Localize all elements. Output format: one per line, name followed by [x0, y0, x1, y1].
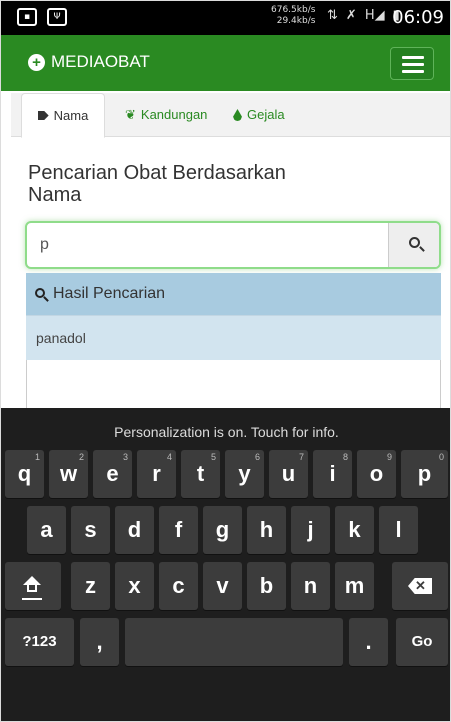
network-speed: 676.5kb/s 29.4kb/s	[271, 5, 315, 27]
key-p-label: p	[417, 461, 432, 486]
brand-link[interactable]: + MEDIAOBAT	[28, 52, 150, 72]
key-o-label: o	[369, 461, 384, 486]
tab-kandungan[interactable]: ❦ Kandungan	[125, 93, 207, 137]
app-frame: ▪ Ψ 676.5kb/s 29.4kb/s ⇅ ✗ H◢ ▮ 06:09 + …	[0, 0, 451, 722]
key-m[interactable]: m	[335, 562, 374, 610]
speed-up: 676.5kb/s	[271, 5, 316, 15]
key-t-num: 5	[210, 452, 216, 462]
key-period[interactable]: .	[349, 618, 388, 666]
key-comma[interactable]: ,	[80, 618, 119, 666]
tag-icon	[37, 111, 49, 120]
status-time: 06:09	[392, 7, 444, 28]
signal-label: H	[364, 8, 375, 23]
key-u-num: 7	[298, 452, 304, 462]
hamburger-icon-bar-2	[402, 63, 424, 66]
plus-circle-icon: +	[28, 53, 45, 71]
key-q[interactable]: q1	[5, 450, 44, 498]
status-right-icons: ⇅ ✗ H◢ ▮	[327, 8, 400, 23]
key-i-num: 8	[342, 452, 348, 462]
key-g[interactable]: g	[203, 506, 242, 554]
leaf-icon: ❦	[125, 107, 136, 122]
tab-gejala[interactable]: Gejala	[233, 93, 285, 137]
key-y[interactable]: y6	[225, 450, 264, 498]
hamburger-icon-bar-3	[402, 70, 424, 73]
key-space[interactable]	[125, 618, 343, 666]
key-b[interactable]: b	[247, 562, 286, 610]
data-arrows-icon: ⇅	[327, 8, 338, 23]
key-l[interactable]: l	[379, 506, 418, 554]
key-w-num: 2	[78, 452, 84, 462]
key-x[interactable]: x	[115, 562, 154, 610]
key-i[interactable]: i8	[313, 450, 352, 498]
key-t[interactable]: t5	[181, 450, 220, 498]
key-shift[interactable]	[5, 562, 61, 610]
key-q-num: 1	[34, 452, 40, 462]
status-left-icons: ▪ Ψ	[17, 8, 67, 26]
navbar: + MEDIAOBAT	[1, 35, 450, 91]
key-t-label: t	[196, 461, 205, 486]
key-v[interactable]: v	[203, 562, 242, 610]
key-o-num: 9	[386, 452, 392, 462]
tab-nama-label: Nama	[53, 107, 89, 123]
search-button[interactable]	[388, 223, 439, 267]
key-r-num: 4	[166, 452, 172, 462]
key-d[interactable]: d	[115, 506, 154, 554]
tab-nama[interactable]: Nama	[21, 93, 105, 138]
usb-icon: Ψ	[47, 8, 67, 26]
menu-toggle-button[interactable]	[390, 47, 434, 80]
key-u-label: u	[281, 461, 296, 486]
key-backspace[interactable]: ✕	[392, 562, 448, 610]
key-k[interactable]: k	[335, 506, 374, 554]
key-i-label: i	[329, 461, 336, 486]
key-y-num: 6	[254, 452, 260, 462]
key-go[interactable]: Go	[396, 618, 448, 666]
vibrate-icon: ✗	[345, 8, 357, 23]
key-w-label: w	[59, 461, 78, 486]
key-y-label: y	[238, 461, 251, 486]
key-p[interactable]: p0	[401, 450, 448, 498]
key-r-label: r	[152, 461, 161, 486]
status-bar: ▪ Ψ 676.5kb/s 29.4kb/s ⇅ ✗ H◢ ▮ 06:09	[1, 1, 450, 35]
key-w[interactable]: w2	[49, 450, 88, 498]
key-z[interactable]: z	[71, 562, 110, 610]
brand-label: MEDIAOBAT	[51, 52, 150, 71]
search-group	[25, 221, 441, 269]
soft-keyboard: Personalization is on. Touch for info. q…	[1, 408, 450, 721]
key-symbols[interactable]: ?123	[5, 618, 74, 666]
key-j[interactable]: j	[291, 506, 330, 554]
results-header: Hasil Pencarian	[26, 273, 441, 315]
key-q-label: q	[17, 461, 32, 486]
hamburger-icon	[402, 56, 424, 59]
message-icon: ▪	[17, 8, 37, 26]
key-s[interactable]: s	[71, 506, 110, 554]
signal-icon: H◢	[364, 8, 385, 23]
page-title: Pencarian Obat Berdasarkan Nama	[28, 162, 286, 206]
search-icon	[35, 287, 49, 302]
key-o[interactable]: o9	[357, 450, 396, 498]
key-f[interactable]: f	[159, 506, 198, 554]
key-e-label: e	[106, 461, 119, 486]
speed-down: 29.4kb/s	[276, 16, 316, 26]
key-a[interactable]: a	[27, 506, 66, 554]
key-h[interactable]: h	[247, 506, 286, 554]
key-e[interactable]: e3	[93, 450, 132, 498]
results-header-label: Hasil Pencarian	[53, 285, 166, 302]
drop-icon	[233, 109, 242, 121]
key-p-num: 0	[438, 452, 444, 462]
key-c[interactable]: c	[159, 562, 198, 610]
results-empty-area	[26, 360, 441, 410]
tab-kandungan-label: Kandungan	[140, 107, 208, 122]
tab-gejala-label: Gejala	[247, 107, 285, 122]
key-r[interactable]: r4	[137, 450, 176, 498]
keyboard-hint[interactable]: Personalization is on. Touch for info.	[1, 408, 450, 446]
key-e-num: 3	[122, 452, 128, 462]
search-icon	[409, 237, 420, 248]
key-n[interactable]: n	[291, 562, 330, 610]
result-item[interactable]: panadol	[26, 315, 441, 360]
search-input[interactable]	[27, 223, 388, 267]
search-tabs: Nama ❦ Kandungan Gejala	[11, 93, 450, 138]
key-u[interactable]: u7	[269, 450, 308, 498]
